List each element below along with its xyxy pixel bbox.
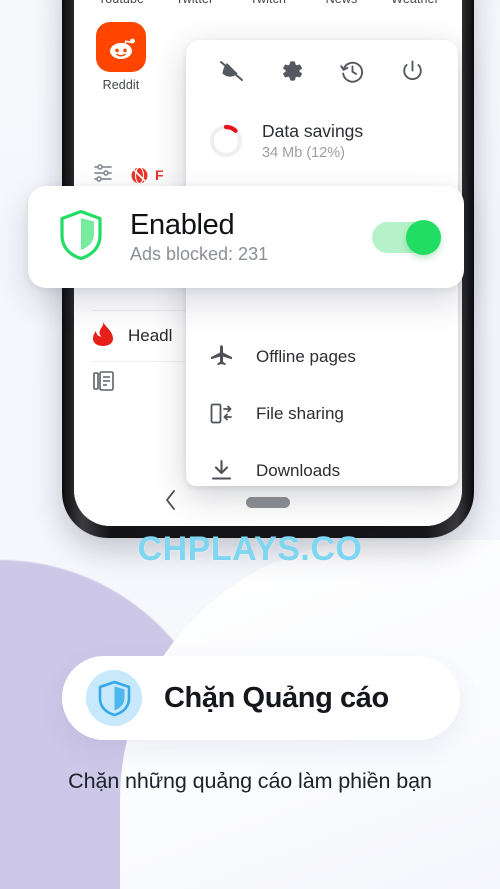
power-icon[interactable] xyxy=(400,59,425,84)
blocked-chip[interactable]: F xyxy=(130,166,164,185)
app-label: Twitter xyxy=(176,0,214,6)
promo-feature-pill: Chặn Quảng cáo xyxy=(62,656,460,740)
app-tile-reddit[interactable]: Reddit xyxy=(90,22,152,92)
chevron-left-icon[interactable] xyxy=(164,489,178,516)
reddit-icon xyxy=(96,22,146,72)
headlines-label: Headl xyxy=(128,326,173,346)
blocked-chip-label: F xyxy=(155,167,164,183)
menu-item-file-sharing[interactable]: File sharing xyxy=(186,385,458,442)
download-icon xyxy=(208,458,234,483)
app-tile-youtube[interactable]: Youtube xyxy=(90,0,152,6)
app-tile-news[interactable]: News xyxy=(311,0,373,6)
toggle-knob xyxy=(406,219,441,255)
menu-item-label: Downloads xyxy=(256,460,341,480)
site-watermark: CHPLAYS.CO xyxy=(137,530,363,568)
data-savings-progress-ring xyxy=(208,123,244,159)
app-tile-twitch[interactable]: Twitch xyxy=(237,0,299,6)
data-savings-texts: Data savings 34 Mb (12%) xyxy=(262,121,363,161)
airplane-icon xyxy=(208,344,234,369)
app-label: News xyxy=(326,0,358,6)
app-tile-weather[interactable]: Weather xyxy=(384,0,446,6)
app-label: Twitch xyxy=(250,0,286,6)
promo-caption: Chặn những quảng cáo làm phiền bạn xyxy=(68,769,432,793)
app-label: Youtube xyxy=(98,0,144,6)
home-pill-indicator[interactable] xyxy=(246,496,290,508)
app-label: Weather xyxy=(391,0,439,6)
data-savings-title: Data savings xyxy=(262,121,364,142)
promo-shield-icon xyxy=(86,670,142,726)
blocked-globe-icon xyxy=(131,166,148,184)
menu-item-downloads[interactable]: Downloads xyxy=(186,442,458,486)
ads-blocked-count: Ads blocked: 231 xyxy=(130,244,269,265)
data-savings-row[interactable]: Data savings 34 Mb (12%) xyxy=(186,102,458,176)
app-grid-row-1: Youtube Twitter Twitch xyxy=(90,0,446,6)
flame-icon xyxy=(92,321,114,352)
satellite-off-icon[interactable] xyxy=(219,59,244,84)
file-sharing-icon xyxy=(208,401,234,426)
menu-item-label: File sharing xyxy=(256,403,344,423)
menu-item-offline-pages[interactable]: Offline pages xyxy=(186,328,458,385)
adblock-enabled-card: Enabled Ads blocked: 231 xyxy=(28,186,464,288)
menu-top-icon-row xyxy=(186,40,458,102)
adblock-status-title: Enabled xyxy=(130,208,235,241)
gear-icon[interactable] xyxy=(279,58,305,84)
history-icon[interactable] xyxy=(340,59,365,84)
articles-icon[interactable] xyxy=(92,369,116,398)
promo-title: Chặn Quảng cáo xyxy=(164,681,389,714)
adblock-card-texts: Enabled Ads blocked: 231 xyxy=(130,209,346,265)
sliders-icon[interactable] xyxy=(92,163,114,188)
data-savings-subtitle: 34 Mb (12%) xyxy=(262,144,346,161)
app-tile-twitter[interactable]: Twitter xyxy=(164,0,226,6)
adblock-toggle-switch[interactable] xyxy=(372,219,441,255)
menu-item-label: Offline pages xyxy=(256,346,356,366)
shield-icon xyxy=(58,209,104,266)
app-label: Reddit xyxy=(102,78,140,92)
